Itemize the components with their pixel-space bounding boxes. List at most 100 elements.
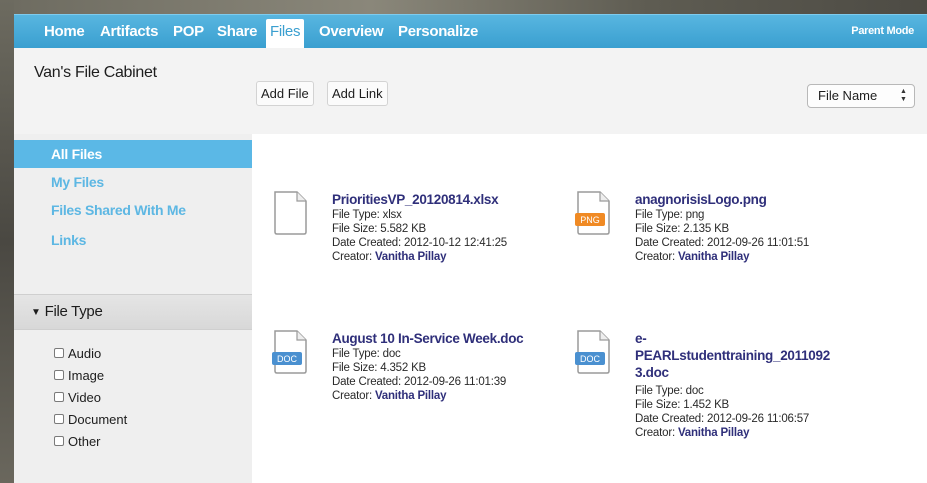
filter-audio[interactable]: Audio: [54, 342, 127, 364]
nav-overview[interactable]: Overview: [319, 21, 384, 43]
creator-link[interactable]: Vanitha Pillay: [375, 251, 447, 263]
sidebar-item-all-files[interactable]: All Files: [14, 140, 252, 168]
creator-row: Creator: Vanitha Pillay: [332, 389, 542, 403]
file-type-row: File Type: doc: [635, 384, 845, 398]
filter-other[interactable]: Other: [54, 430, 127, 452]
sort-select[interactable]: File Name ▲ ▼: [807, 84, 915, 108]
sidebar-item-files-shared[interactable]: Files Shared With Me: [14, 196, 252, 224]
filter-document[interactable]: Document: [54, 408, 127, 430]
date-created-value: 2012-09-26 11:01:51: [707, 237, 810, 249]
file-type-filter-list: Audio Image Video Document Other: [54, 342, 127, 452]
background-strip-left: [0, 0, 14, 483]
file-info: e- PEARLstudenttraining_2011092 3.doc Fi…: [635, 330, 845, 440]
meta-label: Date Created:: [635, 413, 704, 425]
sidebar-item-links[interactable]: Links: [14, 226, 252, 254]
sidebar: All Files My Files Files Shared With Me …: [14, 134, 252, 483]
filter-label: Other: [68, 433, 101, 449]
filter-label: Document: [68, 411, 128, 427]
filter-video[interactable]: Video: [54, 386, 127, 408]
date-created-row: Date Created: 2012-09-26 11:01:51: [635, 236, 845, 250]
checkbox[interactable]: [54, 414, 64, 424]
filter-label: Audio: [68, 345, 102, 361]
file-name-link[interactable]: August 10 In-Service Week.doc: [332, 330, 542, 347]
file-type-value: png: [685, 209, 705, 221]
date-created-value: 2012-09-26 11:06:57: [707, 413, 810, 425]
meta-label: Date Created:: [332, 376, 401, 388]
badge-label: DOC: [277, 354, 298, 364]
checkbox[interactable]: [54, 392, 64, 402]
file-name-line: e-: [635, 331, 647, 346]
parent-mode-link[interactable]: Parent Mode: [851, 25, 914, 37]
file-info: anagnorisisLogo.png File Type: png File …: [635, 191, 845, 264]
creator-link[interactable]: Vanitha Pillay: [678, 427, 750, 439]
badge-label: DOC: [580, 354, 601, 364]
file-size-row: File Size: 1.452 KB: [635, 398, 845, 412]
creator-row: Creator: Vanitha Pillay: [635, 426, 845, 440]
file-type-row: File Type: xlsx: [332, 208, 542, 222]
meta-label: Creator:: [635, 251, 675, 263]
meta-label: File Type:: [332, 209, 380, 221]
nav-pop[interactable]: POP: [173, 21, 204, 43]
checkbox[interactable]: [54, 348, 64, 358]
creator-row: Creator: Vanitha Pillay: [332, 250, 542, 264]
checkbox[interactable]: [54, 370, 64, 380]
date-created-row: Date Created: 2012-10-12 12:41:25: [332, 236, 542, 250]
add-file-button[interactable]: Add File: [256, 81, 314, 106]
creator-link[interactable]: Vanitha Pillay: [375, 390, 447, 402]
blank-doc-icon[interactable]: [272, 191, 308, 235]
file-size-row: File Size: 2.135 KB: [635, 222, 845, 236]
file-name-link[interactable]: PrioritiesVP_20120814.xlsx: [332, 191, 542, 208]
files-window: Home Artifacts POP Share Files Overview …: [14, 14, 927, 483]
file-type-row: File Type: png: [635, 208, 845, 222]
meta-label: File Type:: [332, 348, 380, 360]
sidebar-item-my-files[interactable]: My Files: [14, 168, 252, 196]
file-size-value: 5.582 KB: [380, 223, 427, 235]
meta-label: Creator:: [635, 427, 675, 439]
add-link-button[interactable]: Add Link: [327, 81, 388, 106]
png-file-icon[interactable]: PNG: [575, 191, 611, 235]
file-name-link[interactable]: e- PEARLstudenttraining_2011092 3.doc: [635, 330, 845, 381]
file-type-value: doc: [382, 348, 401, 360]
meta-label: File Type:: [635, 385, 683, 397]
nav-files[interactable]: Files: [266, 19, 305, 49]
nav-artifacts[interactable]: Artifacts: [100, 21, 158, 43]
meta-label: Creator:: [332, 251, 372, 263]
page-title: Van's File Cabinet: [34, 64, 157, 81]
nav-personalize[interactable]: Personalize: [398, 21, 478, 43]
triangle-down-icon: ▼: [31, 307, 41, 318]
meta-label: Date Created:: [332, 237, 401, 249]
checkbox[interactable]: [54, 436, 64, 446]
file-type-filter-header[interactable]: ▼ File Type: [14, 294, 252, 330]
file-type-value: doc: [685, 385, 704, 397]
file-type-header-label: File Type: [44, 303, 103, 320]
meta-label: File Size:: [332, 362, 378, 374]
doc-file-icon[interactable]: DOC: [272, 330, 308, 374]
file-info: PrioritiesVP_20120814.xlsx File Type: xl…: [332, 191, 542, 264]
meta-label: File Type:: [635, 209, 683, 221]
file-size-row: File Size: 5.582 KB: [332, 222, 542, 236]
file-size-value: 1.452 KB: [683, 399, 730, 411]
meta-label: File Size:: [332, 223, 378, 235]
file-type-row: File Type: doc: [332, 347, 542, 361]
filter-label: Image: [68, 367, 105, 383]
background-strip-top: [0, 0, 927, 14]
date-created-value: 2012-10-12 12:41:25: [404, 237, 507, 249]
file-size-value: 4.352 KB: [380, 362, 427, 374]
file-name-line: PEARLstudenttraining_2011092: [635, 348, 830, 363]
doc-file-icon[interactable]: DOC: [575, 330, 611, 374]
select-arrows-icon: ▲ ▼: [900, 88, 907, 103]
filter-image[interactable]: Image: [54, 364, 127, 386]
nav-share[interactable]: Share: [217, 21, 258, 43]
file-size-row: File Size: 4.352 KB: [332, 361, 542, 375]
meta-label: Date Created:: [635, 237, 704, 249]
creator-link[interactable]: Vanitha Pillay: [678, 251, 750, 263]
meta-label: File Size:: [635, 399, 681, 411]
creator-row: Creator: Vanitha Pillay: [635, 250, 845, 264]
nav-home[interactable]: Home: [44, 21, 85, 43]
file-type-value: xlsx: [382, 209, 402, 221]
file-name-link[interactable]: anagnorisisLogo.png: [635, 191, 845, 208]
file-info: August 10 In-Service Week.doc File Type:…: [332, 330, 542, 403]
toolbar: Van's File Cabinet Add File Add Link Fil…: [14, 48, 927, 134]
top-nav-bar: Home Artifacts POP Share Files Overview …: [14, 14, 927, 49]
meta-label: Creator:: [332, 390, 372, 402]
